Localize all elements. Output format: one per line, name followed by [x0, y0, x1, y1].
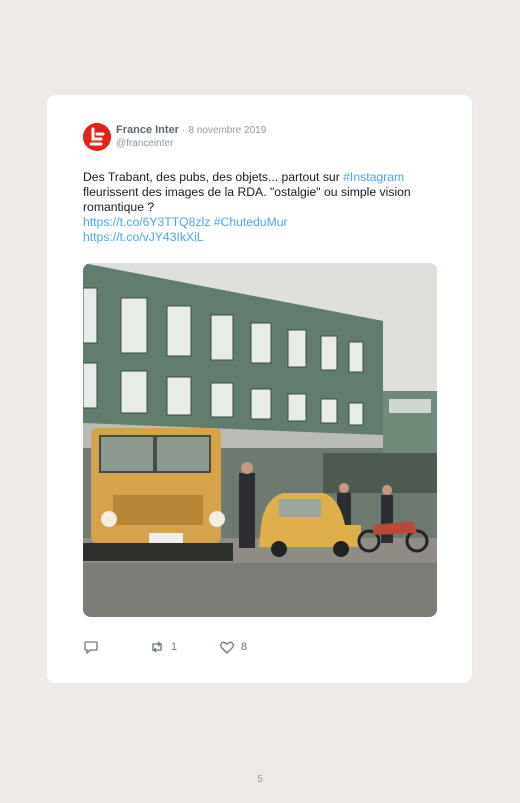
- tweet-link-2[interactable]: https://t.co/vJY43IkXiL: [83, 230, 204, 244]
- avatar[interactable]: [83, 123, 111, 151]
- heart-icon: [220, 641, 234, 654]
- tweet-text-part1: Des Trabant, des pubs, des objets... par…: [83, 170, 344, 184]
- tweet-date[interactable]: 8 novembre 2019: [188, 125, 266, 136]
- photo-illustration: [83, 263, 437, 617]
- tweet-text: Des Trabant, des pubs, des objets... par…: [83, 170, 443, 245]
- retweet-button[interactable]: 1: [149, 638, 177, 656]
- like-count: 8: [241, 641, 248, 653]
- like-button[interactable]: 8: [219, 638, 247, 656]
- france-inter-logo-icon: [83, 123, 111, 151]
- tweet-text-part2: fleurissent des images de la RDA. "ostal…: [83, 185, 411, 214]
- tweet-actions: 1 8: [83, 638, 443, 656]
- tweet-link-1[interactable]: https://t.co/6Y3TTQ8zlz: [83, 215, 210, 229]
- author-handle[interactable]: @franceinter: [116, 138, 173, 149]
- tweet-photo[interactable]: [83, 263, 437, 617]
- retweet-count: 1: [171, 641, 178, 653]
- author-name[interactable]: France Inter: [116, 124, 179, 136]
- reply-icon: [84, 641, 98, 655]
- hashtag-chutedumur[interactable]: #ChuteduMur: [214, 215, 288, 229]
- hashtag-instagram[interactable]: #Instagram: [343, 170, 404, 184]
- retweet-icon: [152, 641, 162, 653]
- page-number: 5: [257, 774, 263, 785]
- reply-button[interactable]: [83, 638, 105, 656]
- tweet-author-line: France Inter · 8 novembre 2019: [116, 124, 266, 136]
- tweet-card: France Inter · 8 novembre 2019 @francein…: [47, 95, 472, 683]
- separator: ·: [182, 125, 186, 136]
